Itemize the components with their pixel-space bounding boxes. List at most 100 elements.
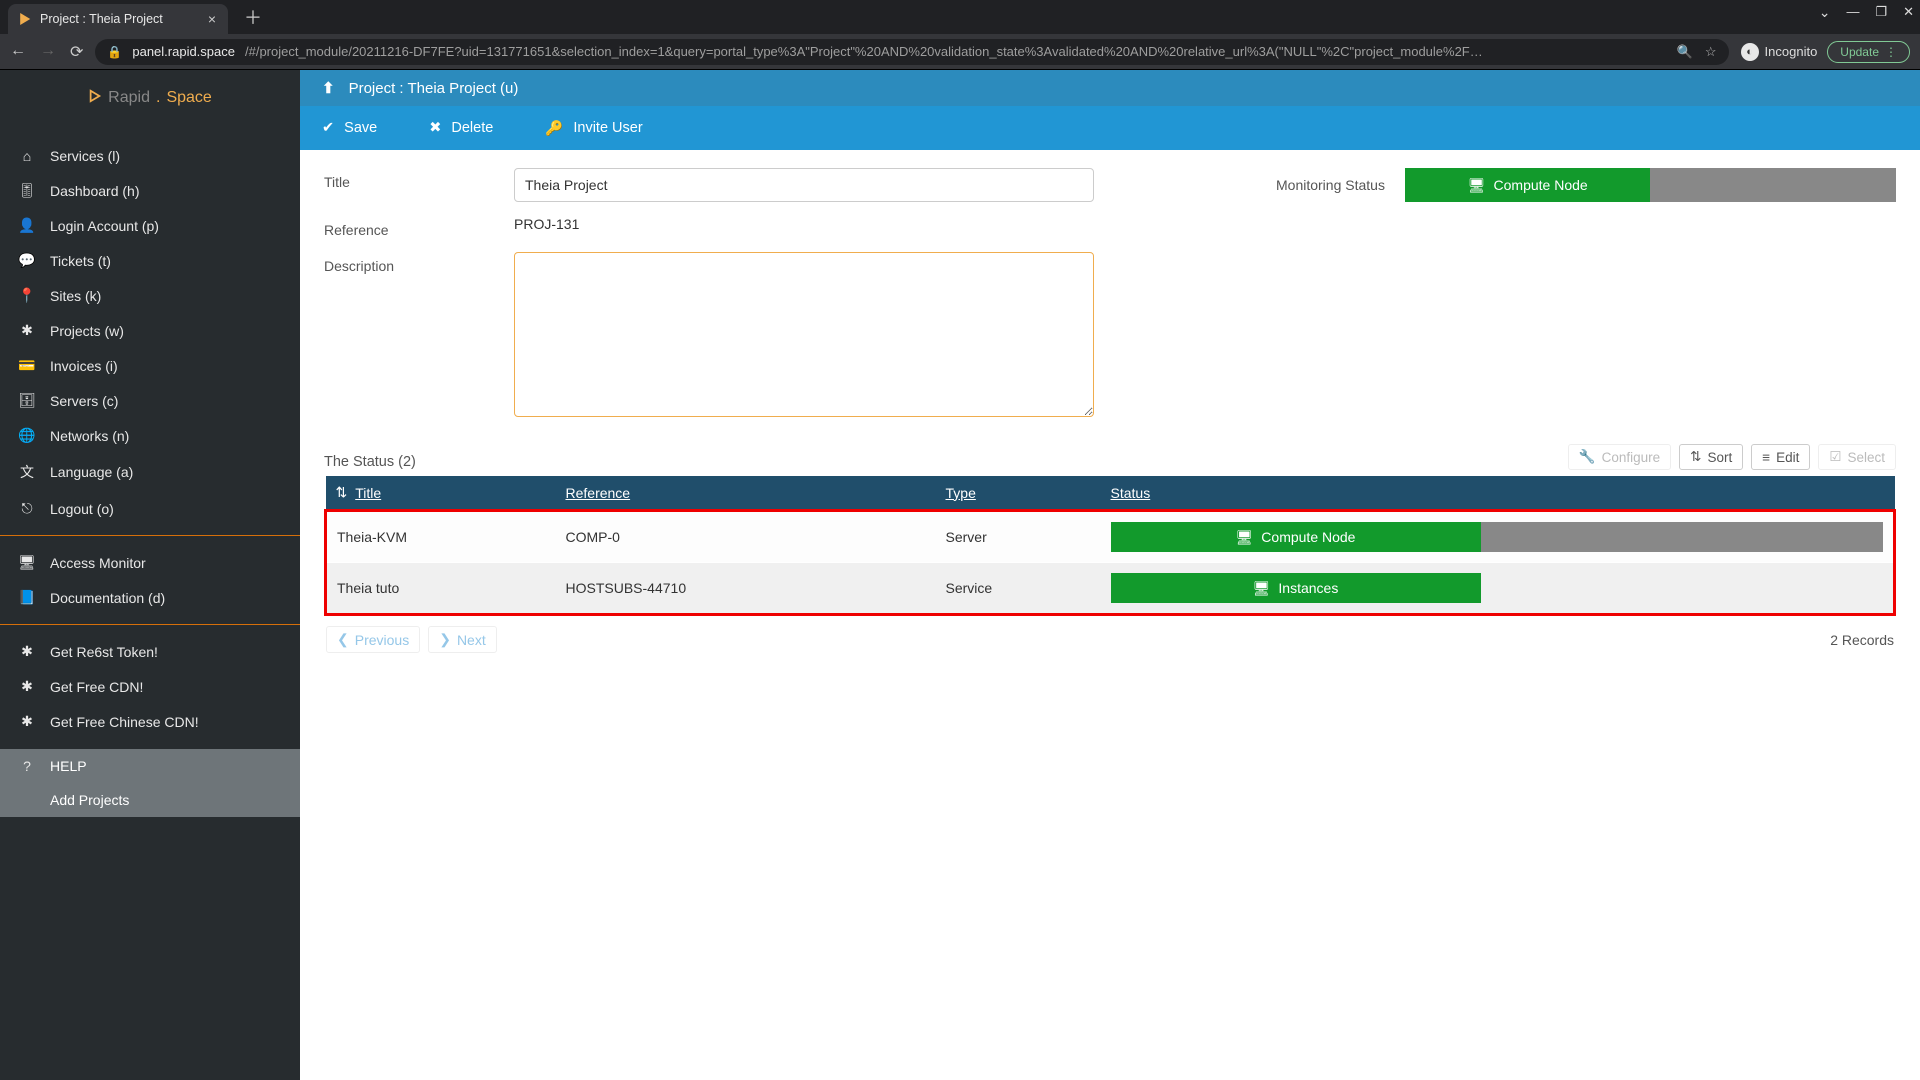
sidebar-item-dashboard[interactable]: 🎚 Dashboard (h) [0,173,300,208]
sidebar-item-free-chinese-cdn[interactable]: ✱Get Free Chinese CDN! [0,704,300,739]
new-tab-button[interactable]: ＋ [238,2,268,32]
monitoring-status-label: Monitoring Status [1276,177,1385,193]
update-button[interactable]: Update ⋮ [1827,41,1910,63]
sidebar-item-language[interactable]: 文Language (a) [0,453,300,491]
sidebar-item-login-account[interactable]: 👤Login Account (p) [0,208,300,243]
next-label: Next [457,632,486,648]
chevron-right-icon: ❯ [439,631,451,648]
update-label: Update [1840,45,1879,59]
sidebar-item-servers[interactable]: 🗄Servers (c) [0,383,300,418]
sidebar-item-sites[interactable]: 📍Sites (k) [0,278,300,313]
sidebar-item-projects[interactable]: ✱Projects (w) [0,313,300,348]
incognito-indicator[interactable]: ◐ Incognito [1741,43,1818,61]
up-icon[interactable]: ⬆ [322,79,335,97]
card-icon: 💳 [18,357,36,374]
save-button[interactable]: ✔ Save [322,120,377,136]
sort-button[interactable]: ⇅ Sort [1679,444,1743,470]
lock-icon: 🔒 [107,45,122,59]
url-rest: /#/project_module/20211216-DF7FE?uid=131… [245,44,1483,59]
user-icon: 👤 [18,217,36,234]
sidebar-item-label: Get Free CDN! [50,679,143,695]
sidebar-item-label: Add Projects [50,792,129,808]
brand-logo[interactable]: Rapid.Space [0,70,300,126]
col-reference[interactable]: Reference [556,476,936,511]
sidebar-item-access-monitor[interactable]: 🖥Access Monitor [0,545,300,580]
address-bar[interactable]: 🔒 panel.rapid.space /#/project_module/20… [95,39,1728,65]
page-title[interactable]: Project : Theia Project (u) [349,80,519,97]
wrench-icon: 🔧 [1579,449,1596,465]
invite-user-button[interactable]: 🔑 Invite User [545,120,642,137]
sidebar-item-re6st[interactable]: ✱Get Re6st Token! [0,634,300,669]
sidebar-item-help[interactable]: ?HELP [0,749,300,783]
sidebar-divider [0,624,300,625]
description-input[interactable] [514,252,1094,417]
action-bar: ✔ Save ✖ Delete 🔑 Invite User [300,106,1920,150]
next-button[interactable]: ❯ Next [428,626,497,653]
chevron-down-icon[interactable]: ⌄ [1819,4,1831,21]
sidebar-item-free-cdn[interactable]: ✱ Get Free CDN! [0,669,300,704]
list-icon: ≡ [1762,450,1770,465]
minimize-icon[interactable]: — [1846,4,1859,21]
logo-dot: . [156,89,160,107]
row-reference: COMP-0 [556,511,936,563]
table-row[interactable]: Theia-KVM COMP-0 Server 🖥 Compute Node [326,511,1895,563]
sidebar-item-label: Invoices (i) [50,358,118,374]
col-status-label: Status [1111,485,1151,501]
row-status-button[interactable]: 🖥 Compute Node [1111,522,1481,552]
prev-button[interactable]: ❮ Previous [326,626,420,653]
zoom-icon[interactable]: 🔍 [1677,44,1693,60]
invite-label: Invite User [573,120,642,136]
incognito-label: Incognito [1765,44,1818,59]
status-tail [1650,168,1896,202]
play-icon [88,89,102,108]
col-type[interactable]: Type [936,476,1101,511]
description-label: Description [324,252,514,274]
title-input[interactable] [514,168,1094,202]
browser-tab[interactable]: Project : Theia Project × [8,4,228,34]
edit-label: Edit [1776,450,1799,465]
col-title[interactable]: ⇅ Title [326,476,556,509]
close-icon[interactable]: × [208,11,216,27]
row-type: Service [936,563,1101,615]
monitor-icon: 🖥 [1468,177,1486,194]
question-icon: ? [18,758,36,774]
monitor-icon: 🖥 [18,554,36,571]
compute-node-button[interactable]: 🖥 Compute Node [1405,168,1651,202]
sidebar-item-tickets[interactable]: 💬Tickets (t) [0,243,300,278]
status-heading: The Status (2) [324,454,416,470]
sliders-icon: 🎚 [18,182,36,199]
sidebar-item-label: Dashboard (h) [50,183,140,199]
sort-icon: ⇅ [1690,449,1701,465]
sidebar-item-logout[interactable]: ⎋Logout (o) [0,491,300,526]
sidebar-item-services[interactable]: ⌂Services (l) [0,139,300,173]
row-status-label: Instances [1278,580,1338,596]
table-row[interactable]: Theia tuto HOSTSUBS-44710 Service 🖥 Inst… [326,563,1895,615]
row-status: 🖥 Compute Node [1101,511,1895,563]
form-area: Title Reference PROJ-131 Description Mon… [300,150,1920,444]
incognito-icon: ◐ [1741,43,1759,61]
back-icon[interactable]: ← [10,42,26,62]
reference-value: PROJ-131 [514,216,1236,232]
reload-icon[interactable]: ⟳ [70,42,83,62]
asterisk-icon: ✱ [18,678,36,695]
col-status[interactable]: Status [1101,476,1895,511]
edit-button[interactable]: ≡ Edit [1751,444,1810,470]
monitor-icon: 🖥 [1253,580,1271,597]
sidebar-item-documentation[interactable]: 📘Documentation (d) [0,580,300,615]
table-tools: 🔧 Configure ⇅ Sort ≡ Edit ☑ Select [1568,444,1896,470]
delete-button[interactable]: ✖ Delete [429,120,493,136]
sort-label: Sort [1707,450,1732,465]
sidebar-item-networks[interactable]: 🌐Networks (n) [0,418,300,453]
breadcrumb-bar: ⬆ Project : Theia Project (u) [300,70,1920,106]
col-title-label: Title [355,485,381,501]
sidebar-item-invoices[interactable]: 💳 Invoices (i) [0,348,300,383]
row-type: Server [936,511,1101,563]
row-title: Theia-KVM [326,511,556,563]
close-window-icon[interactable]: ✕ [1903,4,1914,21]
browser-toolbar: ← → ⟳ 🔒 panel.rapid.space /#/project_mod… [0,34,1920,70]
key-icon: 🔑 [545,120,563,137]
maximize-icon[interactable]: ❐ [1875,4,1887,21]
sidebar-item-add-projects[interactable]: Add Projects [0,783,300,817]
row-status-button[interactable]: 🖥 Instances [1111,573,1481,603]
star-icon[interactable]: ☆ [1705,44,1717,60]
